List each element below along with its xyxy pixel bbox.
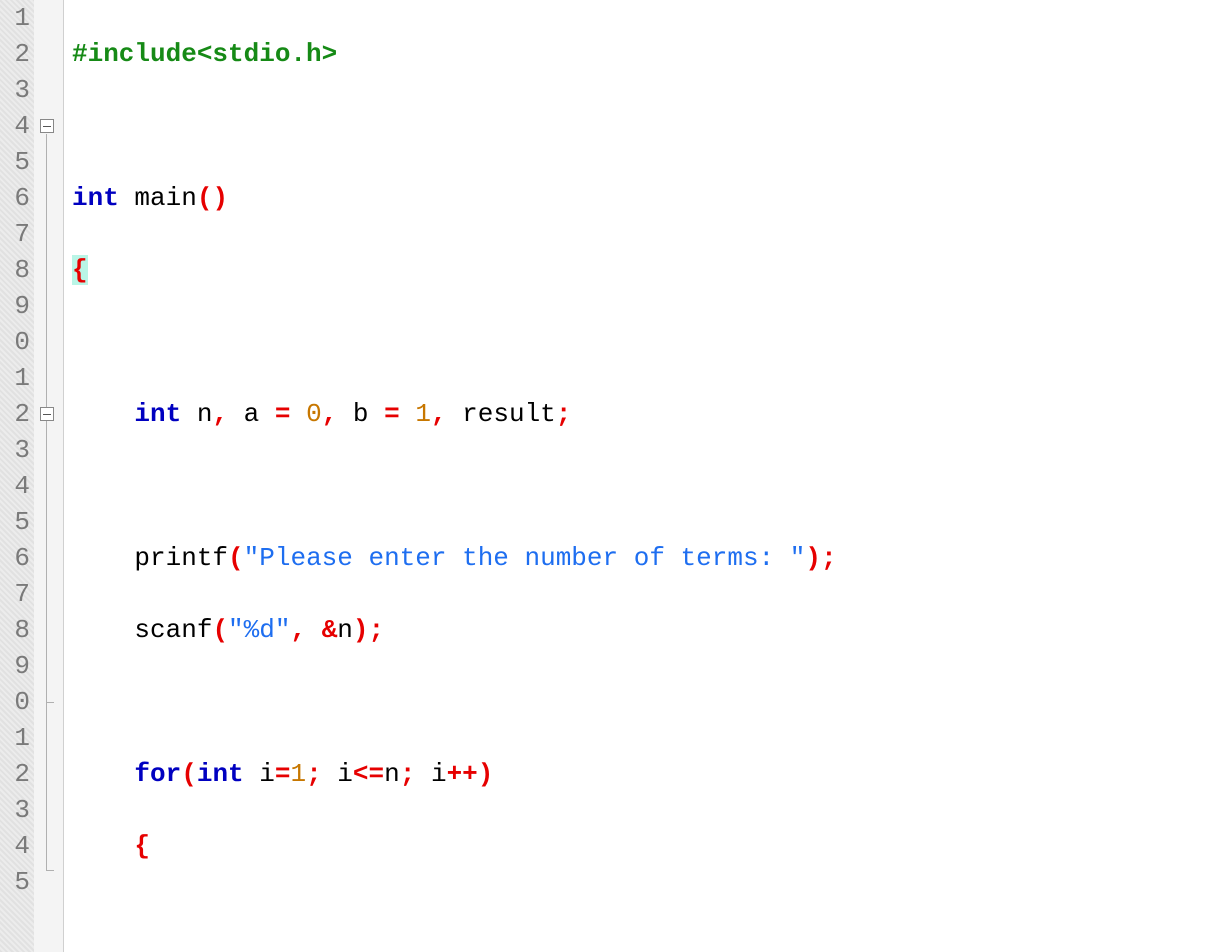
keyword-token: for bbox=[134, 759, 181, 789]
code-line[interactable] bbox=[72, 468, 1212, 504]
identifier-token: i bbox=[415, 759, 446, 789]
line-number: 3 bbox=[0, 72, 30, 108]
line-number: 5 bbox=[0, 144, 30, 180]
line-number: 8 bbox=[0, 612, 30, 648]
line-number: 4 bbox=[0, 468, 30, 504]
line-number: 4 bbox=[0, 828, 30, 864]
line-number: 2 bbox=[0, 756, 30, 792]
line-number-gutter: 1 2 3 4 5 6 7 8 9 0 1 2 3 4 5 6 7 8 9 0 … bbox=[0, 0, 34, 952]
paren-close-token: ) bbox=[212, 183, 228, 213]
identifier-token: b bbox=[337, 399, 384, 429]
identifier-token: n bbox=[384, 759, 400, 789]
line-number: 9 bbox=[0, 288, 30, 324]
semicolon-token: ; bbox=[306, 759, 322, 789]
paren-open-token: ( bbox=[228, 543, 244, 573]
line-number: 6 bbox=[0, 180, 30, 216]
line-number: 7 bbox=[0, 576, 30, 612]
code-line[interactable]: #include<stdio.h> bbox=[72, 36, 1212, 72]
line-number: 1 bbox=[0, 0, 30, 36]
identifier-token: i bbox=[322, 759, 353, 789]
line-number: 1 bbox=[0, 720, 30, 756]
preprocessor-token: #include<stdio.h> bbox=[72, 39, 337, 69]
comma-token: , bbox=[322, 399, 338, 429]
operator-token: <= bbox=[353, 759, 384, 789]
comma-token: , bbox=[431, 399, 447, 429]
string-token: "Please enter the number of terms: " bbox=[244, 543, 806, 573]
equals-token: = bbox=[275, 759, 291, 789]
line-number: 2 bbox=[0, 396, 30, 432]
line-number: 5 bbox=[0, 504, 30, 540]
semicolon-token: ; bbox=[400, 759, 416, 789]
paren-close-token: ) bbox=[478, 759, 494, 789]
whitespace bbox=[290, 399, 306, 429]
equals-token: = bbox=[384, 399, 400, 429]
code-line[interactable]: for(int i=1; i<=n; i++) bbox=[72, 756, 1212, 792]
code-editor: 1 2 3 4 5 6 7 8 9 0 1 2 3 4 5 6 7 8 9 0 … bbox=[0, 0, 1212, 952]
code-line[interactable] bbox=[72, 324, 1212, 360]
keyword-token: int bbox=[72, 183, 119, 213]
fold-toggle-icon[interactable] bbox=[40, 119, 54, 133]
identifier-token: n bbox=[337, 615, 353, 645]
fold-toggle-icon[interactable] bbox=[40, 407, 54, 421]
semicolon-token: ; bbox=[556, 399, 572, 429]
identifier-token: i bbox=[244, 759, 275, 789]
code-line[interactable]: { bbox=[72, 828, 1212, 864]
line-number: 9 bbox=[0, 648, 30, 684]
code-line[interactable]: { bbox=[72, 252, 1212, 288]
semicolon-token: ; bbox=[369, 615, 385, 645]
comma-token: , bbox=[212, 399, 228, 429]
line-number: 1 bbox=[0, 360, 30, 396]
line-number: 7 bbox=[0, 216, 30, 252]
paren-close-token: ) bbox=[805, 543, 821, 573]
paren-open-token: ( bbox=[212, 615, 228, 645]
line-number: 6 bbox=[0, 540, 30, 576]
line-number: 5 bbox=[0, 864, 30, 900]
number-token: 1 bbox=[415, 399, 431, 429]
paren-open-token: ( bbox=[197, 183, 213, 213]
fold-column bbox=[34, 0, 64, 952]
identifier-token: main bbox=[119, 183, 197, 213]
ampersand-token: & bbox=[322, 615, 338, 645]
paren-open-token: ( bbox=[181, 759, 197, 789]
fold-end-marker bbox=[46, 702, 54, 703]
number-token: 0 bbox=[306, 399, 322, 429]
identifier-token: scanf bbox=[134, 615, 212, 645]
identifier-token: result bbox=[447, 399, 556, 429]
operator-token: ++ bbox=[447, 759, 478, 789]
number-token: 1 bbox=[290, 759, 306, 789]
line-number: 0 bbox=[0, 684, 30, 720]
line-number: 3 bbox=[0, 792, 30, 828]
code-line[interactable] bbox=[72, 900, 1212, 936]
line-number: 2 bbox=[0, 36, 30, 72]
comma-token: , bbox=[290, 615, 306, 645]
code-line[interactable]: scanf("%d", &n); bbox=[72, 612, 1212, 648]
fold-end-marker bbox=[46, 870, 54, 871]
keyword-token: int bbox=[134, 399, 181, 429]
brace-open-token: { bbox=[134, 831, 150, 861]
line-number: 3 bbox=[0, 432, 30, 468]
whitespace bbox=[400, 399, 416, 429]
line-number: 8 bbox=[0, 252, 30, 288]
line-number: 4 bbox=[0, 108, 30, 144]
keyword-token: int bbox=[197, 759, 244, 789]
identifier-token: printf bbox=[134, 543, 228, 573]
brace-open-token: { bbox=[72, 255, 88, 285]
equals-token: = bbox=[275, 399, 291, 429]
code-line[interactable]: int n, a = 0, b = 1, result; bbox=[72, 396, 1212, 432]
code-line[interactable] bbox=[72, 108, 1212, 144]
whitespace bbox=[306, 615, 322, 645]
paren-close-token: ) bbox=[353, 615, 369, 645]
identifier-token: a bbox=[228, 399, 275, 429]
identifier-token: n bbox=[181, 399, 212, 429]
string-token: "%d" bbox=[228, 615, 290, 645]
fold-guide bbox=[46, 134, 47, 870]
code-area[interactable]: #include<stdio.h> int main() { int n, a … bbox=[64, 0, 1212, 952]
semicolon-token: ; bbox=[821, 543, 837, 573]
code-line[interactable]: int main() bbox=[72, 180, 1212, 216]
code-line[interactable]: printf("Please enter the number of terms… bbox=[72, 540, 1212, 576]
line-number: 0 bbox=[0, 324, 30, 360]
code-line[interactable] bbox=[72, 684, 1212, 720]
